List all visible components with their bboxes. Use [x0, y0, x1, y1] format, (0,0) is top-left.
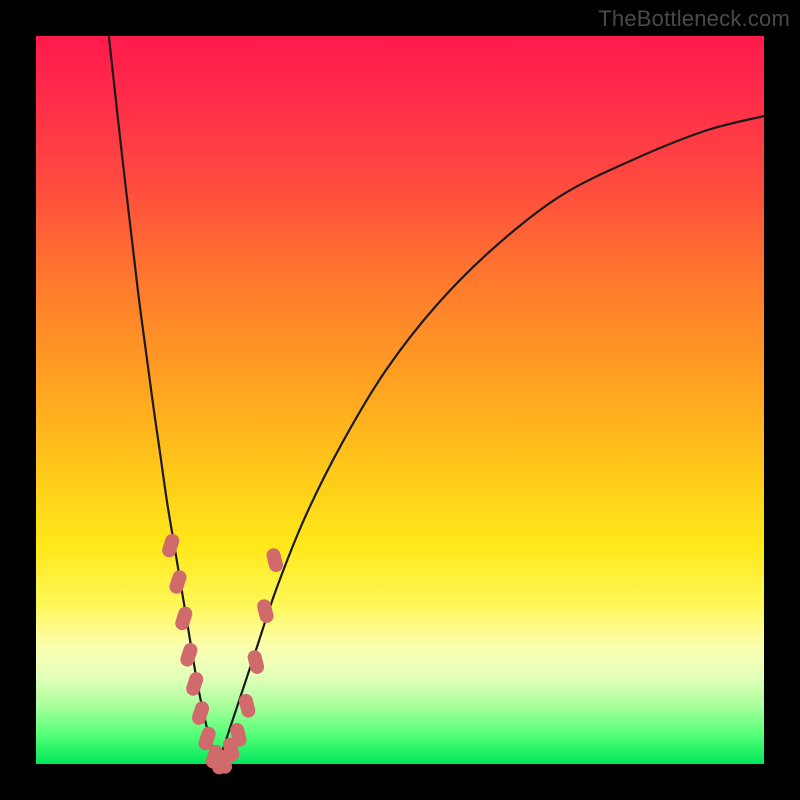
- data-marker: [168, 568, 189, 595]
- curve-overlay: [36, 36, 764, 764]
- data-marker: [173, 605, 194, 632]
- curve-right-curve: [218, 116, 764, 764]
- data-marker: [184, 670, 205, 697]
- data-marker: [265, 547, 284, 574]
- curve-left-curve: [109, 36, 218, 764]
- data-marker: [179, 641, 200, 668]
- watermark-text: TheBottleneck.com: [598, 6, 790, 32]
- chart-frame: TheBottleneck.com: [0, 0, 800, 800]
- data-marker: [160, 532, 181, 559]
- plot-area: [36, 36, 764, 764]
- data-marker: [190, 699, 211, 726]
